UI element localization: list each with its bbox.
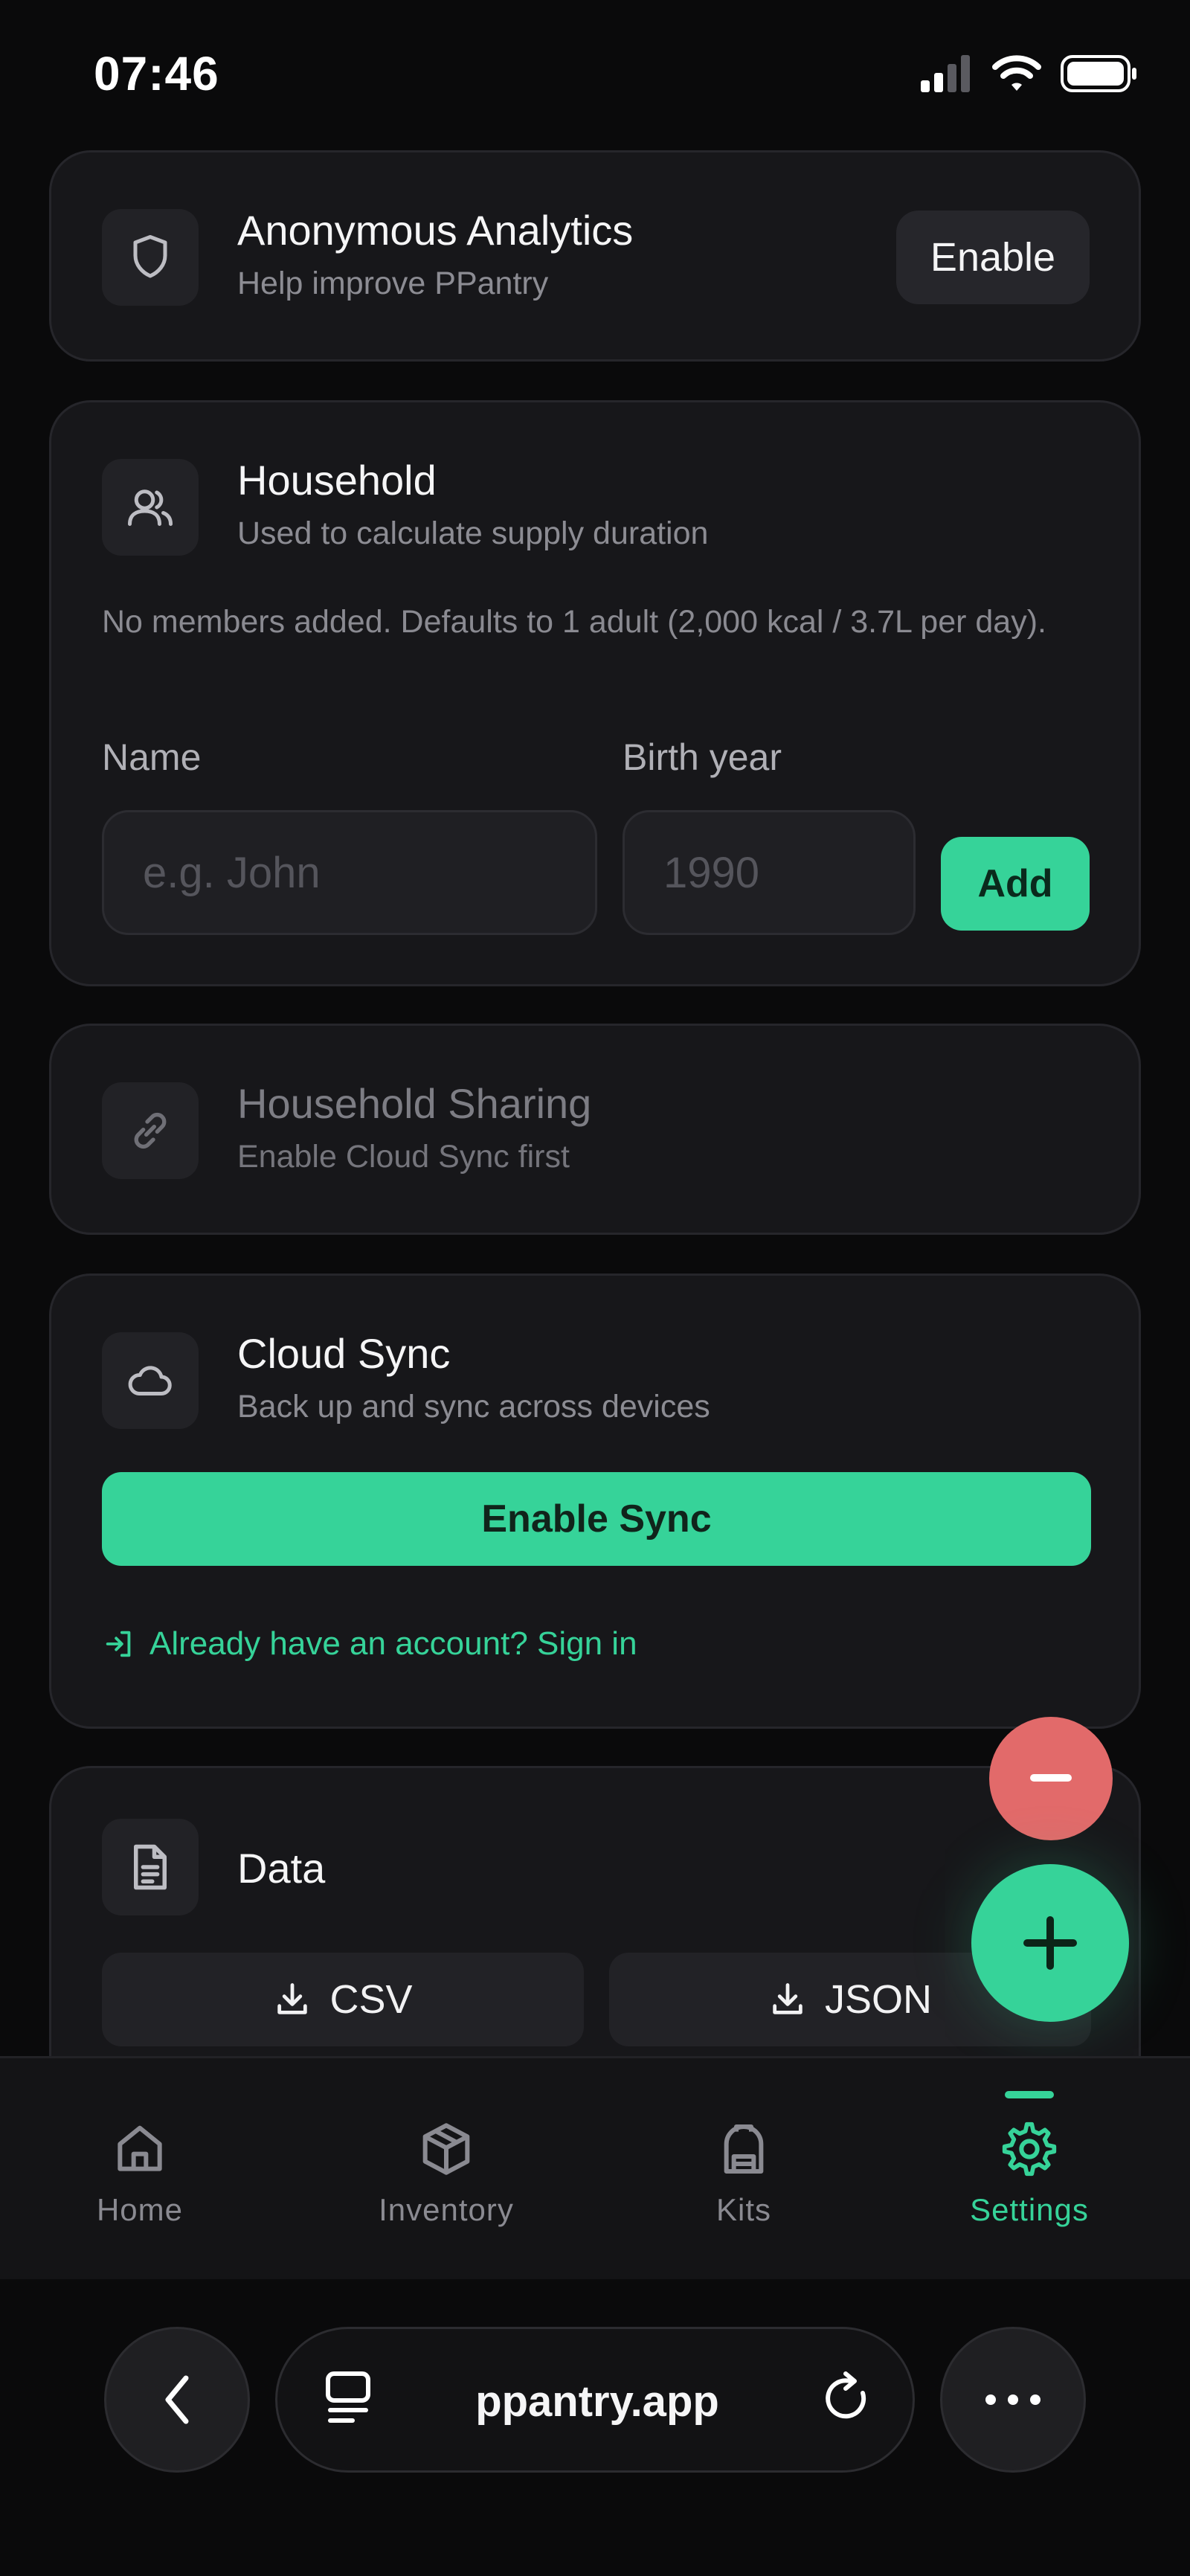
- name-label: Name: [102, 736, 202, 778]
- name-input[interactable]: e.g. John: [102, 810, 597, 935]
- gear-icon: [1002, 2121, 1057, 2177]
- csv-label: CSV: [329, 1977, 413, 2022]
- household-icon-box: [102, 459, 199, 556]
- json-label: JSON: [824, 1977, 933, 2022]
- sign-in-label: Already have an account? Sign in: [149, 1625, 637, 1662]
- home-icon: [118, 2125, 162, 2171]
- nav-label-inventory: Inventory: [379, 2192, 514, 2227]
- nav-item-home[interactable]: Home: [65, 2058, 214, 2281]
- analytics-subtitle: Help improve PPantry: [237, 266, 549, 301]
- analytics-title: Anonymous Analytics: [237, 207, 634, 254]
- status-icons: [921, 55, 1138, 92]
- browser-back-button[interactable]: [104, 2327, 250, 2473]
- enable-sync-button[interactable]: Enable Sync: [102, 1472, 1091, 1566]
- cloud-sync-card: Cloud Sync Back up and sync across devic…: [49, 1273, 1141, 1729]
- status-bar: 07:46: [0, 0, 1190, 149]
- browser-bar: ppantry.app: [0, 2279, 1190, 2576]
- household-note: No members added. Defaults to 1 adult (2…: [102, 604, 1046, 640]
- box-icon: [422, 2123, 470, 2175]
- birth-year-label: Birth year: [623, 736, 782, 778]
- cloud-sync-title: Cloud Sync: [237, 1330, 451, 1377]
- analytics-icon-box: [102, 209, 199, 306]
- nav-item-kits[interactable]: Kits: [669, 2058, 818, 2281]
- cloud-icon-box: [102, 1332, 199, 1429]
- nav-item-settings[interactable]: Settings: [955, 2058, 1104, 2281]
- export-csv-button[interactable]: CSV: [102, 1953, 584, 2046]
- add-fab-button[interactable]: [971, 1864, 1129, 2022]
- status-time: 07:46: [94, 47, 219, 100]
- analytics-enable-button[interactable]: Enable: [896, 211, 1090, 304]
- nav-item-inventory[interactable]: Inventory: [357, 2058, 536, 2281]
- document-icon: [134, 1844, 167, 1890]
- more-horizontal-icon: [985, 2394, 1041, 2405]
- shield-icon: [133, 235, 167, 278]
- remove-fab-button[interactable]: [989, 1717, 1113, 1840]
- download-icon: [773, 1983, 803, 2014]
- cloud-sync-subtitle: Back up and sync across devices: [237, 1389, 710, 1424]
- reload-icon[interactable]: [822, 2371, 874, 2427]
- nav-label-settings: Settings: [970, 2192, 1089, 2227]
- birth-year-input[interactable]: 1990: [623, 810, 916, 935]
- sharing-subtitle: Enable Cloud Sync first: [237, 1139, 570, 1175]
- nav-label-home: Home: [96, 2192, 184, 2227]
- bottom-nav: Home Inventory Kits Settings: [0, 2056, 1190, 2279]
- household-card: Household Used to calculate supply durat…: [49, 400, 1141, 986]
- plus-icon: [1023, 1916, 1077, 1970]
- url-text: ppantry.app: [475, 2377, 719, 2426]
- link-icon: [134, 1112, 167, 1149]
- minus-icon: [1030, 1774, 1072, 1782]
- backpack-icon: [724, 2124, 764, 2174]
- battery-icon: [1061, 55, 1136, 92]
- users-icon: [128, 489, 173, 526]
- analytics-card: Anonymous Analytics Help improve PPantry…: [49, 150, 1141, 362]
- download-icon: [277, 1983, 308, 2014]
- sign-in-link[interactable]: Already have an account? Sign in: [102, 1625, 637, 1663]
- add-member-button[interactable]: Add: [941, 837, 1090, 931]
- chevron-left-icon: [165, 2375, 189, 2424]
- wifi-icon: [992, 55, 1041, 91]
- browser-more-button[interactable]: [940, 2327, 1086, 2473]
- data-icon-box: [102, 1819, 199, 1915]
- data-title: Data: [237, 1845, 326, 1892]
- cellular-signal-icon: [921, 55, 970, 92]
- cloud-icon: [128, 1366, 172, 1395]
- sign-in-icon: [106, 1631, 131, 1657]
- address-bar[interactable]: ppantry.app: [275, 2327, 915, 2473]
- active-tab-indicator: [1005, 2091, 1054, 2098]
- household-title: Household: [237, 457, 437, 504]
- household-subtitle: Used to calculate supply duration: [237, 515, 709, 551]
- sharing-icon-box: [102, 1082, 199, 1179]
- sharing-title: Household Sharing: [237, 1080, 592, 1127]
- nav-label-kits: Kits: [715, 2192, 771, 2227]
- household-sharing-card: Household Sharing Enable Cloud Sync firs…: [49, 1024, 1141, 1235]
